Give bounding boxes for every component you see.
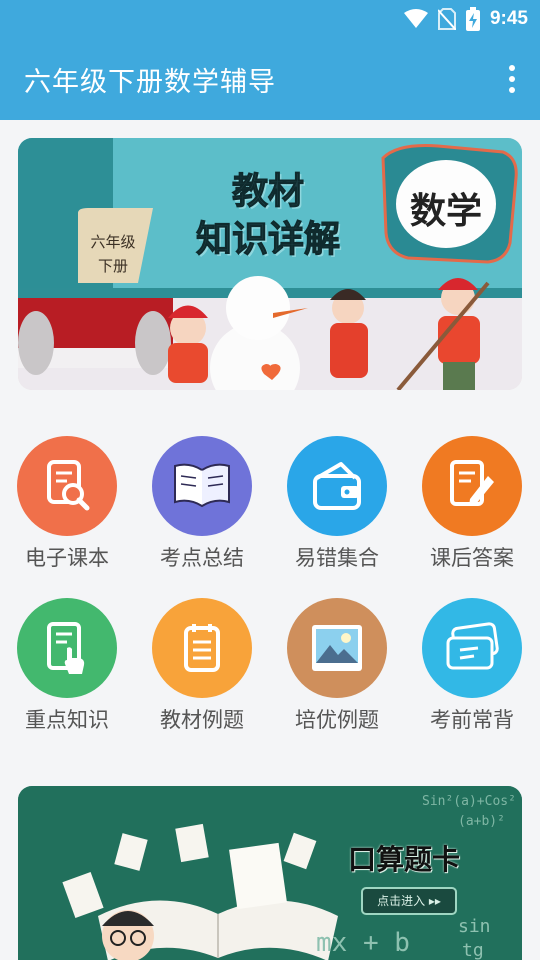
- feature-advanced-examples[interactable]: 培优例题: [277, 598, 397, 734]
- promo-math-formula: (a+b)²: [458, 814, 505, 829]
- status-time: 9:45: [489, 8, 528, 29]
- feature-e-textbook[interactable]: 电子课本: [7, 436, 127, 572]
- wallet-icon: [287, 436, 387, 536]
- picture-icon: [287, 598, 387, 698]
- feature-label: 重点知识: [25, 708, 109, 732]
- document-pen-icon: [422, 436, 522, 536]
- grade-tag-line1: 六年级: [90, 233, 136, 251]
- promo-math-formula: sin: [458, 916, 491, 937]
- notepad-icon: [152, 598, 252, 698]
- textbook-search-icon: [17, 436, 117, 536]
- no-sim-icon: [437, 8, 456, 30]
- feature-label: 考点总结: [160, 546, 244, 570]
- feature-label: 电子课本: [25, 546, 109, 570]
- feature-mistakes[interactable]: 易错集合: [277, 436, 397, 572]
- feature-label: 易错集合: [295, 546, 379, 570]
- feature-key-knowledge[interactable]: 重点知识: [7, 598, 127, 734]
- promo-math-formula: tg: [462, 940, 484, 960]
- tap-document-icon: [17, 598, 117, 698]
- promo-math-formula: mx + b: [316, 928, 410, 958]
- feature-key-points[interactable]: 考点总结: [142, 436, 262, 572]
- promo-math-formula: Sin²(a)+Cos²: [422, 794, 516, 809]
- feature-answers[interactable]: 课后答案: [412, 436, 532, 572]
- open-book-icon: [152, 436, 252, 536]
- battery-charging-icon: [465, 7, 480, 31]
- promo-title: 口算题卡: [348, 843, 461, 876]
- subject-badge: 数学: [409, 190, 482, 232]
- feature-label: 课后答案: [430, 546, 514, 570]
- mental-math-banner[interactable]: Sin²(a)+Cos² (a+b)² mx + b sin tg 口算题卡 点…: [18, 786, 522, 960]
- app-title: 六年级下册数学辅导: [24, 67, 276, 98]
- banner-heading-line2: 知识详解: [195, 219, 340, 261]
- feature-label: 考前常背: [430, 708, 514, 732]
- status-bar: 9:45: [0, 0, 540, 38]
- app-bar: 六年级下册数学辅导: [0, 38, 540, 120]
- flashcards-icon: [422, 598, 522, 698]
- feature-textbook-examples[interactable]: 教材例题: [142, 598, 262, 734]
- more-options-icon[interactable]: [502, 62, 522, 96]
- grade-tag-line2: 下册: [97, 257, 128, 275]
- banner-heading-line1: 教材: [231, 171, 304, 213]
- wifi-icon: [403, 9, 428, 28]
- feature-pre-exam-memorize[interactable]: 考前常背: [412, 598, 532, 734]
- feature-label: 培优例题: [295, 708, 379, 732]
- promo-enter-button[interactable]: 点击进入 ▸▸: [364, 892, 454, 909]
- feature-label: 教材例题: [160, 708, 244, 732]
- hero-banner[interactable]: 六年级 下册 教材 知识详解 数学: [18, 138, 522, 390]
